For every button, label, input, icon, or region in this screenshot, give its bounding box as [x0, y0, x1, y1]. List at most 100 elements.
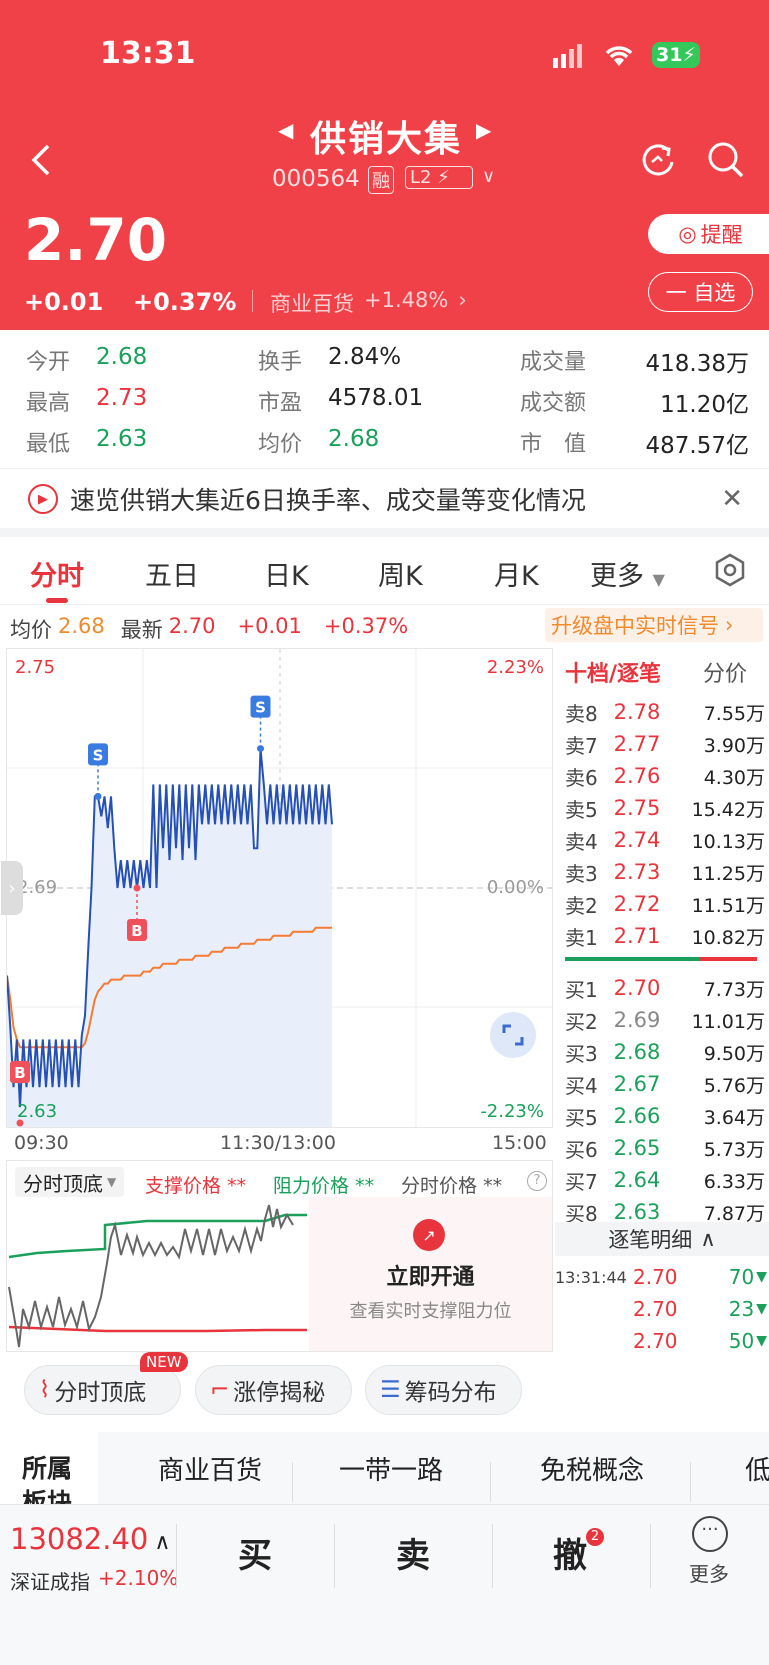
orderbook-row[interactable]: 卖2 2.72 11.51万	[565, 888, 765, 920]
orderbook-row[interactable]: 买1 2.70 7.73万	[565, 972, 765, 1004]
orderbook-row[interactable]: 买6 2.65 5.73万	[565, 1132, 765, 1164]
orderbook-price: 2.68	[613, 1040, 661, 1064]
orderbook-price: 2.65	[613, 1136, 661, 1160]
orderbook-level: 卖4	[565, 829, 598, 854]
indicator-panel: 分时顶底 ▼ 支撑价格 ** 阻力价格 ** 分时价格 ** ? ↗ 立即开通 查…	[6, 1160, 553, 1352]
buy-button[interactable]: 买	[238, 1528, 272, 1577]
chip-label: 涨停揭秘	[233, 1380, 326, 1406]
orderbook-row[interactable]: 买5 2.66 3.64万	[565, 1100, 765, 1132]
tick-detail-title: 逐笔明细	[608, 1228, 693, 1252]
stat-value: 2.73	[96, 385, 148, 411]
sell-button[interactable]: 卖	[396, 1528, 430, 1577]
help-icon[interactable]: ?	[527, 1171, 547, 1191]
avg-label: 均价	[10, 618, 52, 642]
more-icon[interactable]: ···	[692, 1516, 728, 1552]
tab-week-k[interactable]: 周K	[378, 554, 423, 593]
info-banner[interactable]: ▶ 速览供销大集近6日换手率、成交量等变化情况 ✕	[0, 470, 769, 528]
refresh-icon[interactable]	[638, 140, 678, 180]
cancel-button[interactable]: 撤	[553, 1528, 587, 1577]
sector-link[interactable]: 商业百货 +1.48% ›	[270, 288, 467, 318]
trend-icon: ⌇	[39, 1377, 51, 1403]
stock-header: 13:31 31 ⚡ ◀ 供销大集 ▶ 000564 融 L2 ⚡ ∨ 2.70 …	[0, 0, 769, 330]
upgrade-signal-link[interactable]: 升级盘中实时信号 ›	[545, 608, 763, 642]
x-axis-start: 09:30	[14, 1132, 69, 1154]
sector-item[interactable]: 免税概念	[517, 1450, 667, 1487]
orderbook-row[interactable]: 卖4 2.74 10.13万	[565, 824, 765, 856]
tab-day-k[interactable]: 日K	[264, 554, 309, 593]
orderbook-row[interactable]: 买2 2.69 11.01万	[565, 1004, 765, 1036]
fullscreen-icon[interactable]	[490, 1012, 536, 1058]
level2-badge[interactable]: L2 ⚡	[405, 166, 473, 189]
level2-label: L2	[410, 167, 432, 188]
orderbook-row[interactable]: 卖7 2.77 3.90万	[565, 728, 765, 760]
divider	[650, 1524, 651, 1588]
sector-item[interactable]: 低	[745, 1450, 769, 1487]
intraday-chart-svg: S B S B	[7, 649, 552, 1127]
close-icon[interactable]: ✕	[721, 484, 743, 514]
unlock-overlay[interactable]: ↗ 立即开通 查看实时支撑阻力位	[309, 1197, 552, 1351]
back-icon[interactable]	[26, 140, 56, 180]
orderbook-price: 2.72	[613, 892, 661, 916]
orderbook-price-tab[interactable]: 分价	[703, 656, 747, 688]
indicator-select[interactable]: 分时顶底 ▼	[15, 1167, 125, 1197]
search-icon[interactable]	[706, 140, 746, 180]
support-text: 支撑价格	[145, 1175, 222, 1197]
chevron-right-icon: ›	[458, 288, 467, 312]
orderbook-price: 2.67	[613, 1072, 661, 1096]
expand-handle[interactable]: ›	[1, 861, 23, 915]
orderbook-level: 卖6	[565, 765, 598, 790]
orderbook-row[interactable]: 买4 2.67 5.76万	[565, 1068, 765, 1100]
prev-stock-icon[interactable]: ◀	[278, 118, 293, 142]
signal-marker-label: B	[131, 922, 142, 940]
orderbook-row[interactable]: 买7 2.64 6.33万	[565, 1164, 765, 1196]
indicator-chart-svg	[8, 1204, 307, 1348]
tab-intraday[interactable]: 分时	[30, 554, 84, 593]
tab-more[interactable]: 更多 ▼	[590, 554, 665, 593]
status-time: 13:31	[100, 36, 196, 71]
chevron-up-icon: ∧	[154, 1530, 171, 1555]
more-label[interactable]: 更多	[689, 1558, 729, 1587]
tab-month-k[interactable]: 月K	[494, 554, 539, 593]
price-stars: **	[483, 1175, 503, 1197]
orderbook-row[interactable]: 卖6 2.76 4.30万	[565, 760, 765, 792]
orderbook-level: 卖8	[565, 701, 598, 726]
resist-label: 阻力价格 **	[273, 1171, 374, 1198]
chip-intraday-top-bottom[interactable]: ⌇ 分时顶底	[24, 1365, 181, 1415]
intraday-chart[interactable]: S B S B 2.75 2.23% 2.69 0.00% 2.63 -2.23% ›	[1, 648, 553, 1128]
tick-detail-toggle[interactable]: 逐笔明细 ∧	[555, 1222, 769, 1256]
orderbook-row[interactable]: 卖5 2.75 15.42万	[565, 792, 765, 824]
unlock-button[interactable]: 立即开通	[309, 1259, 552, 1291]
tick-volume: 70	[728, 1265, 755, 1289]
chip-chip-distribution[interactable]: ☰ 筹码分布	[365, 1365, 522, 1415]
orderbook-price: 2.73	[613, 860, 661, 884]
support-label: 支撑价格 **	[145, 1171, 246, 1198]
orderbook-row[interactable]: 卖8 2.78 7.55万	[565, 696, 765, 728]
tab-five-day[interactable]: 五日	[145, 554, 199, 593]
stat-value: 2.68	[96, 344, 148, 370]
caret-down-icon: ▼	[107, 1175, 117, 1189]
sector-item[interactable]: 一带一路	[316, 1450, 466, 1487]
orderbook-title[interactable]: 十档/逐笔	[565, 656, 661, 688]
bars-icon: ☰	[380, 1377, 401, 1403]
orderbook-level: 卖1	[565, 925, 598, 950]
orderbook-price: 2.69	[613, 1008, 661, 1032]
remind-button[interactable]: ◎ 提醒	[648, 214, 769, 254]
watchlist-button[interactable]: 一 自选	[648, 272, 753, 312]
stat-value: 2.84%	[328, 344, 402, 370]
chip-limit-up[interactable]: ⌐ 涨停揭秘	[195, 1365, 352, 1415]
divider	[292, 1462, 293, 1502]
orderbook-row[interactable]: 卖3 2.73 11.25万	[565, 856, 765, 888]
orderbook-row[interactable]: 买3 2.68 9.50万	[565, 1036, 765, 1068]
orderbook-level: 买1	[565, 977, 598, 1002]
margin-badge: 融	[368, 166, 394, 194]
orderbook-price: 2.77	[613, 732, 661, 756]
stock-code: 000564	[272, 166, 360, 192]
stat-value: 487.57亿	[645, 433, 749, 459]
orderbook-row[interactable]: 卖1 2.71 10.82万	[565, 920, 765, 952]
next-stock-icon[interactable]: ▶	[476, 118, 491, 142]
orderbook-volume: 11.25万	[691, 862, 765, 885]
settings-icon[interactable]	[712, 552, 748, 588]
sector-item[interactable]: 商业百货	[135, 1450, 285, 1487]
tick-volume: 50	[728, 1329, 755, 1353]
chevron-down-icon[interactable]: ∨	[482, 166, 495, 187]
